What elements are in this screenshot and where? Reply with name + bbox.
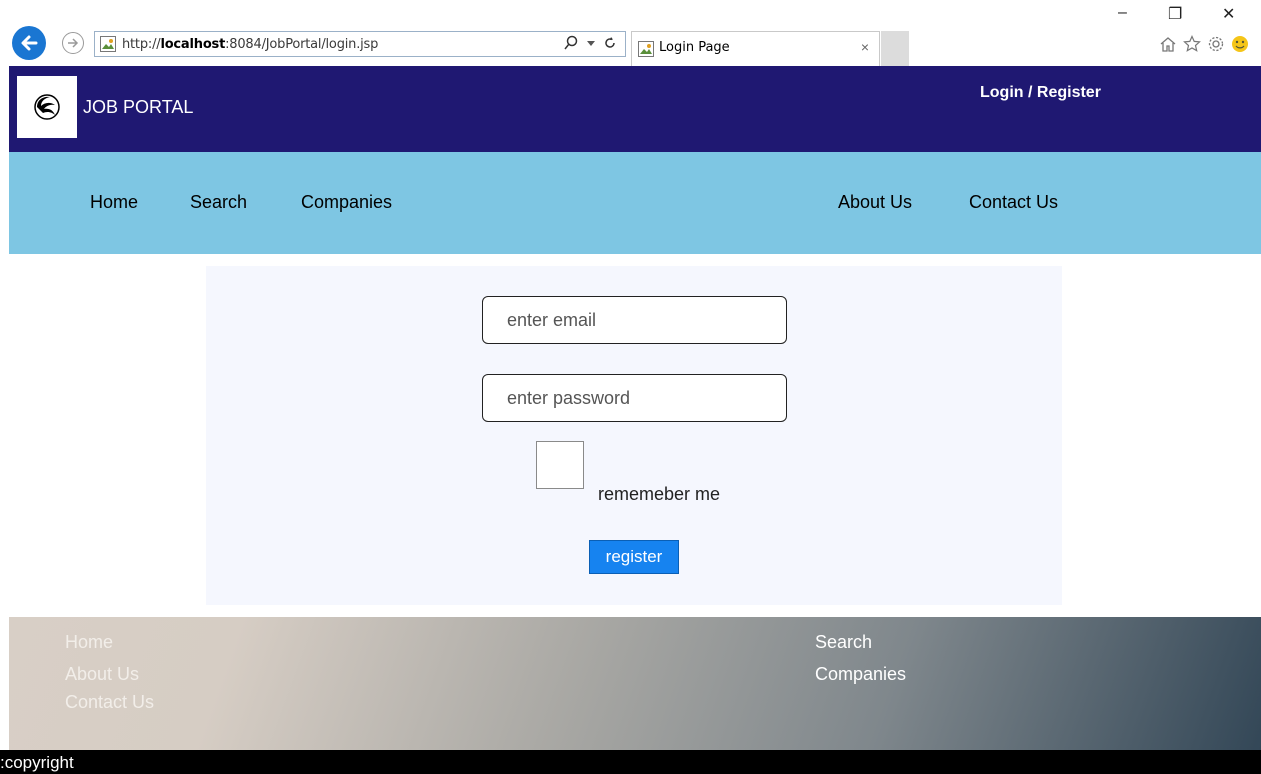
auth-links: Login / Register bbox=[980, 84, 1101, 102]
smiley-icon[interactable] bbox=[1231, 35, 1249, 53]
site-logo[interactable] bbox=[17, 76, 77, 138]
footer-link-companies[interactable]: Companies bbox=[815, 664, 906, 685]
new-tab-button[interactable] bbox=[881, 31, 909, 66]
address-bar[interactable]: http://localhost:8084/JobPortal/login.js… bbox=[94, 31, 626, 57]
arrow-left-icon bbox=[21, 35, 38, 51]
tab-favicon-icon bbox=[638, 41, 654, 57]
browser-tab[interactable]: Login Page × bbox=[631, 31, 880, 66]
email-input[interactable] bbox=[482, 296, 787, 344]
password-input[interactable] bbox=[482, 374, 787, 422]
logo-icon bbox=[34, 94, 60, 120]
site-footer: Home About Us Contact Us Search Companie… bbox=[9, 617, 1261, 750]
restore-button[interactable]: ❐ bbox=[1168, 4, 1182, 24]
register-link[interactable]: Register bbox=[1037, 84, 1101, 101]
copyright-text: :copyright bbox=[0, 753, 74, 772]
refresh-icon[interactable] bbox=[603, 36, 617, 50]
url-text: http://localhost:8084/JobPortal/login.js… bbox=[122, 37, 378, 52]
tab-title: Login Page bbox=[659, 40, 730, 55]
footer-link-contact-us[interactable]: Contact Us bbox=[65, 692, 154, 713]
home-icon[interactable] bbox=[1159, 35, 1177, 53]
close-window-button[interactable]: ✕ bbox=[1222, 4, 1235, 24]
remember-me-checkbox[interactable] bbox=[536, 441, 584, 489]
login-card: rememeber me register bbox=[206, 266, 1062, 605]
auth-separator: / bbox=[1023, 84, 1037, 101]
url-host: localhost bbox=[160, 37, 226, 52]
nav-item-home[interactable]: Home bbox=[90, 192, 138, 213]
remember-me-label: rememeber me bbox=[598, 484, 721, 504]
nav-item-contact-us[interactable]: Contact Us bbox=[969, 192, 1058, 213]
page-favicon-icon bbox=[100, 36, 116, 52]
register-button[interactable]: register bbox=[589, 540, 679, 574]
brand-title[interactable]: JOB PORTAL bbox=[83, 97, 193, 118]
footer-link-about-us[interactable]: About Us bbox=[65, 664, 139, 685]
nav-item-companies[interactable]: Companies bbox=[301, 192, 392, 213]
url-prefix: http:// bbox=[122, 37, 161, 52]
forward-button[interactable] bbox=[62, 32, 84, 54]
site-header: JOB PORTAL Login / Register bbox=[9, 66, 1261, 152]
gear-icon[interactable] bbox=[1207, 35, 1225, 53]
arrow-right-icon bbox=[68, 38, 79, 48]
tab-close-icon[interactable]: × bbox=[861, 39, 869, 55]
nav-item-search[interactable]: Search bbox=[190, 192, 247, 213]
minimize-button[interactable]: – bbox=[1118, 4, 1127, 22]
search-icon[interactable] bbox=[563, 35, 579, 51]
back-button[interactable] bbox=[12, 26, 46, 60]
url-path: :8084/JobPortal/login.jsp bbox=[225, 37, 379, 52]
login-link[interactable]: Login bbox=[980, 84, 1024, 101]
star-icon[interactable] bbox=[1183, 35, 1201, 53]
copyright-bar: :copyright bbox=[0, 750, 1261, 774]
footer-link-home[interactable]: Home bbox=[65, 632, 113, 653]
nav-item-about-us[interactable]: About Us bbox=[838, 192, 912, 213]
footer-link-search[interactable]: Search bbox=[815, 632, 872, 653]
browser-chrome: http://localhost:8084/JobPortal/login.js… bbox=[0, 0, 1261, 66]
main-nav: Home Search Companies About Us Contact U… bbox=[9, 152, 1261, 254]
dropdown-icon[interactable] bbox=[587, 39, 595, 47]
